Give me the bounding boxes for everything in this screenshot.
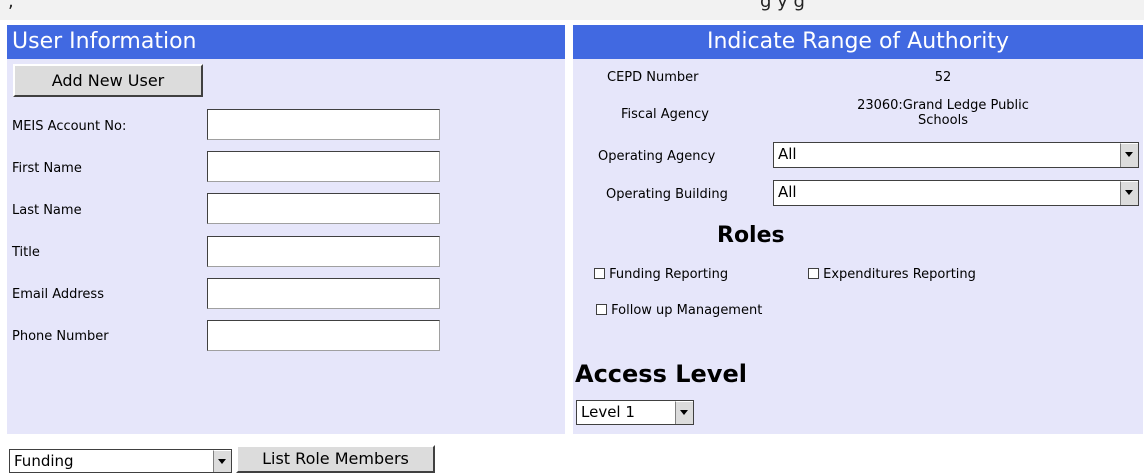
title-label: Title xyxy=(12,245,40,260)
access-level-title: Access Level xyxy=(575,360,747,388)
checkbox-icon[interactable] xyxy=(594,268,605,279)
operating-building-select[interactable]: All xyxy=(773,180,1139,206)
role-funding-reporting-label: Funding Reporting xyxy=(609,267,729,282)
role-filter-select[interactable]: Funding xyxy=(9,449,232,473)
top-strip: ; g y g xyxy=(0,0,1144,20)
checkbox-icon[interactable] xyxy=(596,304,607,315)
operating-agency-selected: All xyxy=(778,145,797,163)
title-input[interactable] xyxy=(207,236,440,267)
top-text-fragment-right: g y g xyxy=(760,0,805,12)
chevron-down-icon[interactable] xyxy=(675,401,693,424)
fiscal-agency-label: Fiscal Agency xyxy=(621,107,709,122)
authority-header: Indicate Range of Authority xyxy=(573,25,1143,59)
add-new-user-button[interactable]: Add New User xyxy=(13,64,203,97)
cepd-number-value: 52 xyxy=(934,70,952,85)
user-information-panel: User Information Add New User MEIS Accou… xyxy=(7,25,565,434)
chevron-down-icon[interactable] xyxy=(1120,181,1138,205)
operating-agency-label: Operating Agency xyxy=(598,149,716,164)
role-filter-selected: Funding xyxy=(14,452,74,470)
first-name-input[interactable] xyxy=(207,151,440,182)
last-name-label: Last Name xyxy=(12,203,82,218)
checkbox-icon[interactable] xyxy=(808,268,819,279)
access-level-select[interactable]: Level 1 xyxy=(576,400,694,425)
operating-building-selected: All xyxy=(778,183,797,201)
access-level-selected: Level 1 xyxy=(581,403,635,421)
operating-building-label: Operating Building xyxy=(606,187,728,202)
chevron-down-icon[interactable] xyxy=(213,450,231,472)
role-expenditures-reporting[interactable]: Expenditures Reporting xyxy=(808,267,976,282)
role-follow-up-management-label: Follow up Management xyxy=(611,303,763,318)
email-address-label: Email Address xyxy=(12,287,104,302)
last-name-input[interactable] xyxy=(207,193,440,224)
cepd-number-label: CEPD Number xyxy=(607,70,699,85)
fiscal-agency-value: 23060:Grand Ledge Public Schools xyxy=(823,98,1063,128)
fiscal-agency-value-line2: Schools xyxy=(918,113,968,128)
roles-title: Roles xyxy=(717,223,785,248)
fiscal-agency-value-line1: 23060:Grand Ledge Public xyxy=(857,98,1029,113)
role-funding-reporting[interactable]: Funding Reporting xyxy=(594,267,728,282)
phone-number-input[interactable] xyxy=(207,320,440,351)
operating-agency-select[interactable]: All xyxy=(773,142,1139,168)
role-follow-up-management[interactable]: Follow up Management xyxy=(596,303,762,318)
meis-account-input[interactable] xyxy=(207,109,440,140)
email-address-input[interactable] xyxy=(207,278,440,309)
chevron-down-icon[interactable] xyxy=(1120,143,1138,167)
top-text-fragment-left: ; xyxy=(8,0,15,12)
list-role-members-button[interactable]: List Role Members xyxy=(236,445,435,473)
first-name-label: First Name xyxy=(12,161,82,176)
authority-panel: Indicate Range of Authority CEPD Number … xyxy=(573,25,1143,434)
role-expenditures-reporting-label: Expenditures Reporting xyxy=(823,267,976,282)
phone-number-label: Phone Number xyxy=(12,329,109,344)
user-information-header: User Information xyxy=(7,25,565,59)
meis-account-label: MEIS Account No: xyxy=(12,119,127,134)
